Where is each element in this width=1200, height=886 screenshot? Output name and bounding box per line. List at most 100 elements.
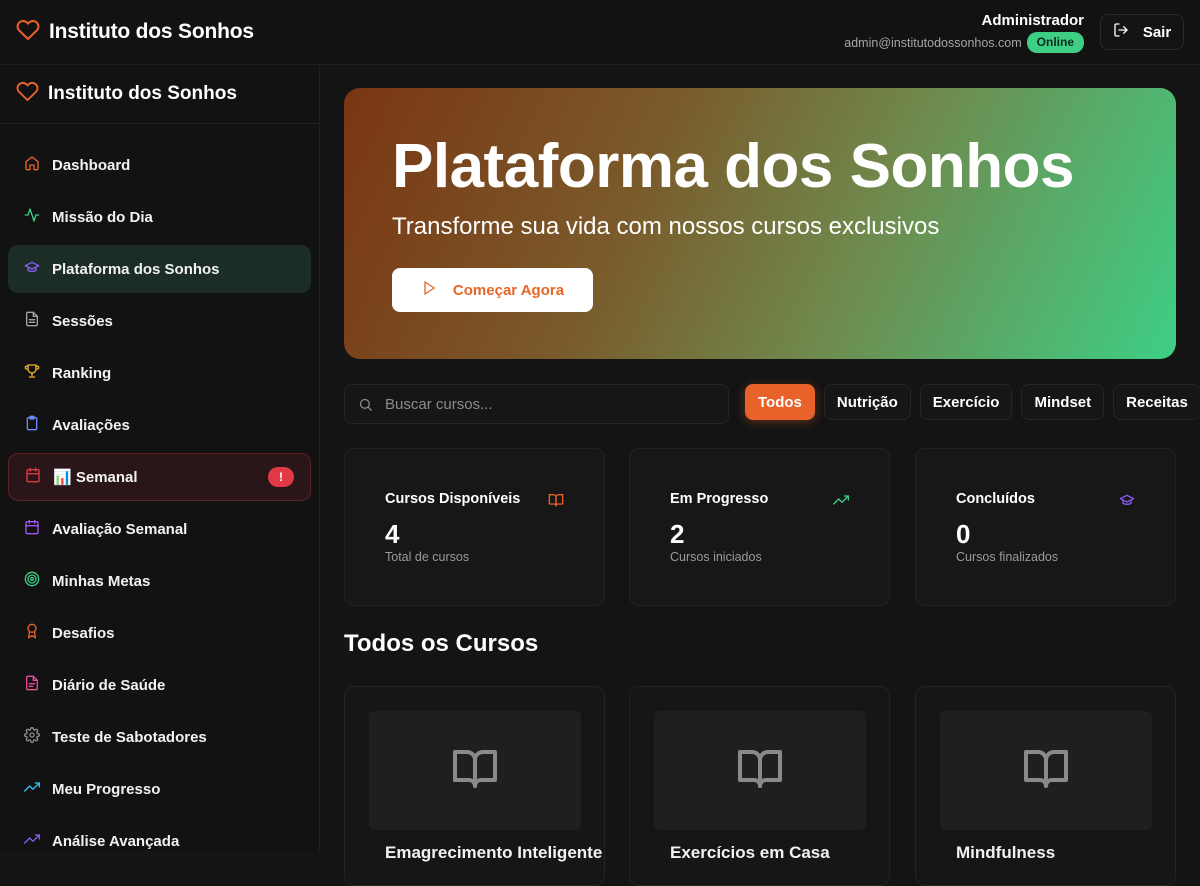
- course-card[interactable]: Emagrecimento Inteligente: [344, 686, 605, 886]
- logout-button[interactable]: Sair: [1100, 14, 1184, 50]
- sidebar-item-label: Análise Avançada: [52, 832, 180, 850]
- stat-caption: Total de cursos: [385, 550, 470, 564]
- course-thumbnail: [654, 711, 866, 830]
- calendar-icon: [24, 519, 40, 539]
- filter-mindset[interactable]: Mindset: [1021, 384, 1105, 420]
- file-icon: [24, 675, 40, 695]
- sidebar-item-label: Sessões: [52, 312, 113, 330]
- stat-caption: Cursos finalizados: [956, 550, 1059, 564]
- course-title: Mindfulness: [956, 843, 1056, 862]
- top-bar: Instituto dos Sonhos Administrador admin…: [0, 0, 1200, 65]
- sidebar-brand-label: Instituto dos Sonhos: [48, 83, 237, 104]
- category-filters: Todos Nutrição Exercício Mindset Receita…: [745, 384, 1200, 420]
- book-open-icon: [548, 492, 564, 508]
- filter-nutricao[interactable]: Nutrição: [823, 384, 911, 420]
- sidebar-item-label: Meu Progresso: [52, 780, 161, 798]
- course-title: Exercícios em Casa: [670, 843, 830, 862]
- book-open-icon: [1022, 744, 1070, 797]
- course-thumbnail: [940, 711, 1152, 830]
- sidebar-item-label: Plataforma dos Sonhos: [52, 260, 220, 278]
- stat-caption: Cursos iniciados: [670, 550, 762, 564]
- stat-title: Em Progresso: [670, 491, 769, 507]
- status-badge: Online: [1026, 32, 1084, 53]
- user-name: Administrador: [981, 12, 1084, 29]
- sidebar-item-plataforma-dos-sonhos[interactable]: Plataforma dos Sonhos: [8, 245, 311, 293]
- sidebar-item-label: Missão do Dia: [52, 208, 153, 226]
- alert-badge: !: [268, 467, 294, 487]
- sidebar-item-dashboard[interactable]: Dashboard: [8, 141, 311, 189]
- sidebar-item-sessoes[interactable]: Sessões: [8, 297, 311, 345]
- start-now-label: Começar Agora: [452, 281, 565, 299]
- stat-card-available: Cursos Disponíveis 4 Total de cursos: [344, 448, 605, 606]
- logout-icon: [1113, 22, 1129, 42]
- hero-title: Plataforma dos Sonhos: [392, 132, 1074, 201]
- sidebar-item-avaliacao-semanal[interactable]: Avaliação Semanal: [8, 505, 311, 553]
- user-info: Administrador admin@institutodossonhos.c…: [844, 12, 1084, 53]
- sidebar-item-label: Minhas Metas: [52, 572, 151, 590]
- stat-value: 4: [385, 519, 400, 549]
- sidebar-nav: Dashboard Missão do Dia Plataforma dos S…: [8, 141, 311, 869]
- stat-card-completed: Concluídos 0 Cursos finalizados: [915, 448, 1176, 606]
- sidebar-item-desafios[interactable]: Desafios: [8, 609, 311, 657]
- search-input[interactable]: [385, 385, 720, 423]
- sidebar-item-ranking[interactable]: Ranking: [8, 349, 311, 397]
- sidebar-item-teste-de-sabotadores[interactable]: Teste de Sabotadores: [8, 713, 311, 761]
- course-search: [344, 384, 729, 424]
- course-card[interactable]: Exercícios em Casa: [629, 686, 890, 886]
- course-title: Emagrecimento Inteligente: [385, 843, 603, 862]
- stat-value: 2: [670, 519, 685, 549]
- sidebar-item-label: Avaliação Semanal: [52, 520, 188, 538]
- filter-exercicio[interactable]: Exercício: [919, 384, 1013, 420]
- trending-up-icon: [24, 779, 40, 799]
- trophy-icon: [24, 363, 40, 383]
- sidebar-item-label: Dashboard: [52, 156, 131, 174]
- user-email: admin@institutodossonhos.com: [844, 35, 1022, 50]
- filter-receitas[interactable]: Receitas: [1113, 384, 1200, 420]
- sidebar-item-semanal[interactable]: 📊 Semanal !: [8, 453, 311, 501]
- stat-card-in-progress: Em Progresso 2 Cursos iniciados: [629, 448, 890, 606]
- target-icon: [24, 571, 40, 591]
- course-thumbnail: [369, 711, 581, 830]
- hero-banner: Plataforma dos Sonhos Transforme sua vid…: [344, 88, 1176, 359]
- logout-label: Sair: [1142, 23, 1172, 41]
- book-open-icon: [451, 744, 499, 797]
- start-now-button[interactable]: Começar Agora: [392, 268, 593, 312]
- course-card[interactable]: Mindfulness: [915, 686, 1176, 886]
- sidebar-item-label: Ranking: [52, 364, 112, 382]
- app-brand[interactable]: Instituto dos Sonhos: [16, 18, 254, 46]
- sidebar-item-label: Desafios: [52, 624, 115, 642]
- sidebar-item-label: Teste de Sabotadores: [52, 728, 207, 746]
- trending-up-icon: [833, 492, 849, 508]
- heart-icon: [16, 80, 39, 109]
- clipboard-icon: [24, 415, 40, 435]
- sidebar-item-analise-avancada[interactable]: Análise Avançada: [8, 817, 311, 865]
- section-title: Todos os Cursos: [344, 630, 539, 657]
- sidebar-item-meu-progresso[interactable]: Meu Progresso: [8, 765, 311, 813]
- file-text-icon: [24, 311, 40, 331]
- sidebar-item-label: Avaliações: [52, 416, 130, 434]
- book-open-icon: [736, 744, 784, 797]
- sidebar-item-label: 📊 Semanal: [53, 469, 138, 486]
- play-icon: [421, 280, 437, 300]
- heart-icon: [16, 18, 40, 47]
- stat-title: Concluídos: [956, 491, 1035, 507]
- sidebar-divider: [0, 123, 320, 124]
- sidebar-item-minhas-metas[interactable]: Minhas Metas: [8, 557, 311, 605]
- calendar-icon: [25, 467, 41, 487]
- home-icon: [24, 155, 40, 175]
- stat-value: 0: [956, 519, 971, 549]
- stat-title: Cursos Disponíveis: [385, 491, 521, 507]
- trending-up-icon: [24, 831, 40, 851]
- sidebar-brand[interactable]: Instituto dos Sonhos: [16, 81, 237, 107]
- graduation-cap-icon: [1119, 492, 1135, 508]
- sidebar-item-label: Diário de Saúde: [52, 676, 166, 694]
- sidebar-item-missao-do-dia[interactable]: Missão do Dia: [8, 193, 311, 241]
- sidebar-item-avaliacoes[interactable]: Avaliações: [8, 401, 311, 449]
- award-icon: [24, 623, 40, 643]
- sidebar-item-diario-de-saude[interactable]: Diário de Saúde: [8, 661, 311, 709]
- gear-icon: [24, 727, 40, 747]
- hero-subtitle: Transforme sua vida com nossos cursos ex…: [392, 213, 940, 240]
- app-title: Instituto dos Sonhos: [49, 20, 254, 43]
- sidebar: Instituto dos Sonhos Dashboard Missão do…: [0, 65, 320, 851]
- filter-todos[interactable]: Todos: [745, 384, 815, 420]
